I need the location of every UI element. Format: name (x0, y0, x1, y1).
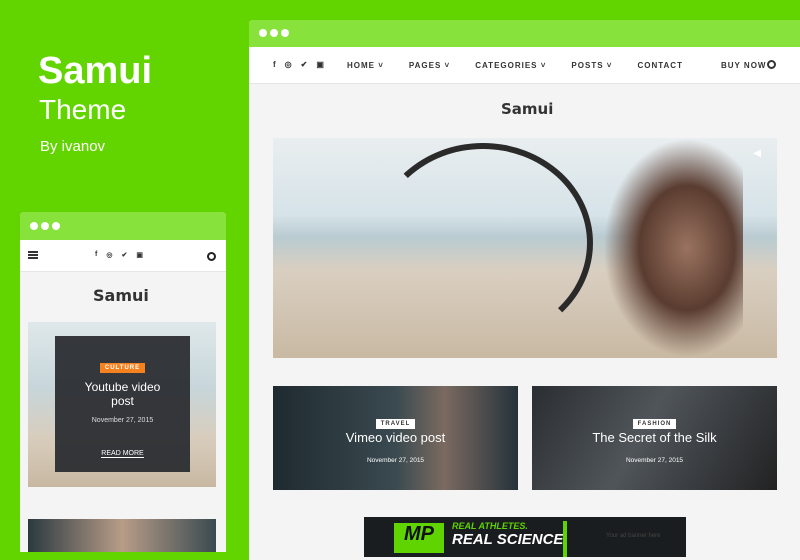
category-badge[interactable]: TRAVEL (375, 419, 416, 429)
ad-line1: REAL ATHLETES. (452, 521, 528, 531)
facebook-icon[interactable]: f (95, 251, 97, 259)
menu-categories[interactable]: CATEGORIES ˅ (475, 61, 546, 70)
youtube-icon[interactable]: ▣ (136, 251, 143, 259)
desktop-nav: f ◎ ✔ ▣ HOME ˅ PAGES ˅ CATEGORIES ˅ POST… (249, 47, 800, 84)
instagram-icon[interactable]: ◎ (285, 60, 292, 69)
post-card[interactable]: FASHION The Secret of the Silk November … (532, 386, 777, 490)
ad-brand-logo: MP (394, 523, 444, 553)
ad-line2: REAL SCIENCE. (452, 531, 568, 548)
menu-buy-now[interactable]: BUY NOW (721, 61, 767, 70)
category-badge[interactable]: FASHION (632, 419, 677, 429)
twitter-icon[interactable]: ✔ (301, 60, 308, 69)
window-controls[interactable] (259, 29, 289, 37)
search-icon[interactable] (207, 252, 216, 261)
menu-home[interactable]: HOME ˅ (347, 61, 384, 70)
desktop-window: f ◎ ✔ ▣ HOME ˅ PAGES ˅ CATEGORIES ˅ POST… (249, 20, 800, 560)
read-more-link[interactable]: READ MORE (101, 450, 144, 458)
post-title[interactable]: The Secret of the Silk (532, 430, 777, 445)
post-title[interactable]: Vimeo video post (273, 430, 518, 445)
site-logo[interactable]: Samui (501, 100, 553, 118)
window-controls[interactable] (30, 222, 60, 230)
post-title[interactable]: Youtube video post (55, 380, 190, 408)
promo-author: By ivanov (40, 138, 106, 155)
hero-slider-image[interactable]: ◀ (273, 138, 777, 358)
category-badge[interactable]: CULTURE (99, 363, 146, 373)
promo-subtitle: Theme (39, 94, 127, 125)
mobile-nav: f ◎ ✔ ▣ (20, 240, 226, 272)
window-titlebar (20, 212, 226, 240)
site-logo[interactable]: Samui (93, 286, 149, 305)
search-icon[interactable] (767, 60, 776, 69)
menu-pages[interactable]: PAGES ˅ (409, 61, 450, 70)
post-date: November 27, 2015 (91, 417, 154, 424)
ad-banner[interactable]: MP REAL ATHLETES. REAL SCIENCE. Your ad … (364, 517, 686, 557)
youtube-icon[interactable]: ▣ (316, 60, 324, 69)
post-date: November 27, 2015 (366, 457, 425, 464)
promo-title: Samui (38, 50, 153, 92)
menu-contact[interactable]: CONTACT (637, 61, 683, 70)
next-post-image[interactable] (28, 519, 216, 552)
instagram-icon[interactable]: ◎ (106, 251, 112, 259)
post-date: November 27, 2015 (625, 457, 684, 464)
hamburger-menu-icon[interactable] (28, 251, 38, 259)
featured-post-image[interactable]: CULTURE Youtube video post November 27, … (28, 322, 216, 487)
post-card[interactable]: TRAVEL Vimeo video post November 27, 201… (273, 386, 518, 490)
ad-placeholder: Your ad banner here (606, 533, 661, 539)
audio-icon[interactable]: ◀ (753, 148, 761, 159)
twitter-icon[interactable]: ✔ (121, 251, 127, 259)
window-titlebar (249, 20, 800, 47)
facebook-icon[interactable]: f (273, 60, 276, 69)
mobile-window: f ◎ ✔ ▣ Samui CULTURE Youtube video post… (20, 212, 226, 552)
menu-posts[interactable]: POSTS ˅ (571, 61, 612, 70)
